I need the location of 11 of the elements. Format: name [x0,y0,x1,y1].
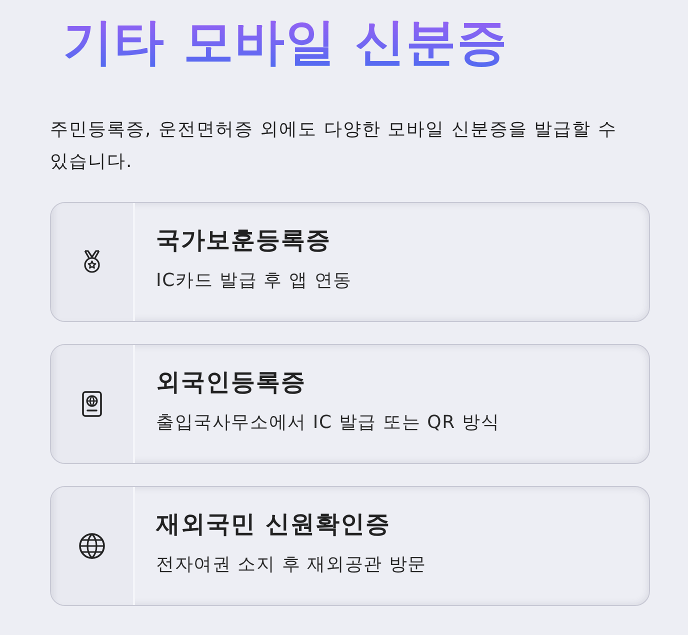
globe-icon [78,532,106,560]
card-subtitle: IC카드 발급 후 앱 연동 [156,269,352,293]
card-title: 외국인등록증 [156,367,307,397]
id-card-item[interactable]: 외국인등록증 출입국사무소에서 IC 발급 또는 QR 방식 [50,344,650,464]
card-subtitle: 전자여권 소지 후 재외공관 방문 [156,553,426,577]
card-subtitle: 출입국사무소에서 IC 발급 또는 QR 방식 [156,411,500,435]
card-title: 국가보훈등록증 [156,225,332,255]
description-text: 주민등록증, 운전면허증 외에도 다양한 모바일 신분증을 발급할 수 있습니다. [50,118,618,174]
id-card-item[interactable]: 국가보훈등록증 IC카드 발급 후 앱 연동 [50,202,650,322]
id-card-item[interactable]: 재외국민 신원확인증 전자여권 소지 후 재외공관 방문 [50,486,650,606]
card-title: 재외국민 신원확인증 [156,509,392,539]
